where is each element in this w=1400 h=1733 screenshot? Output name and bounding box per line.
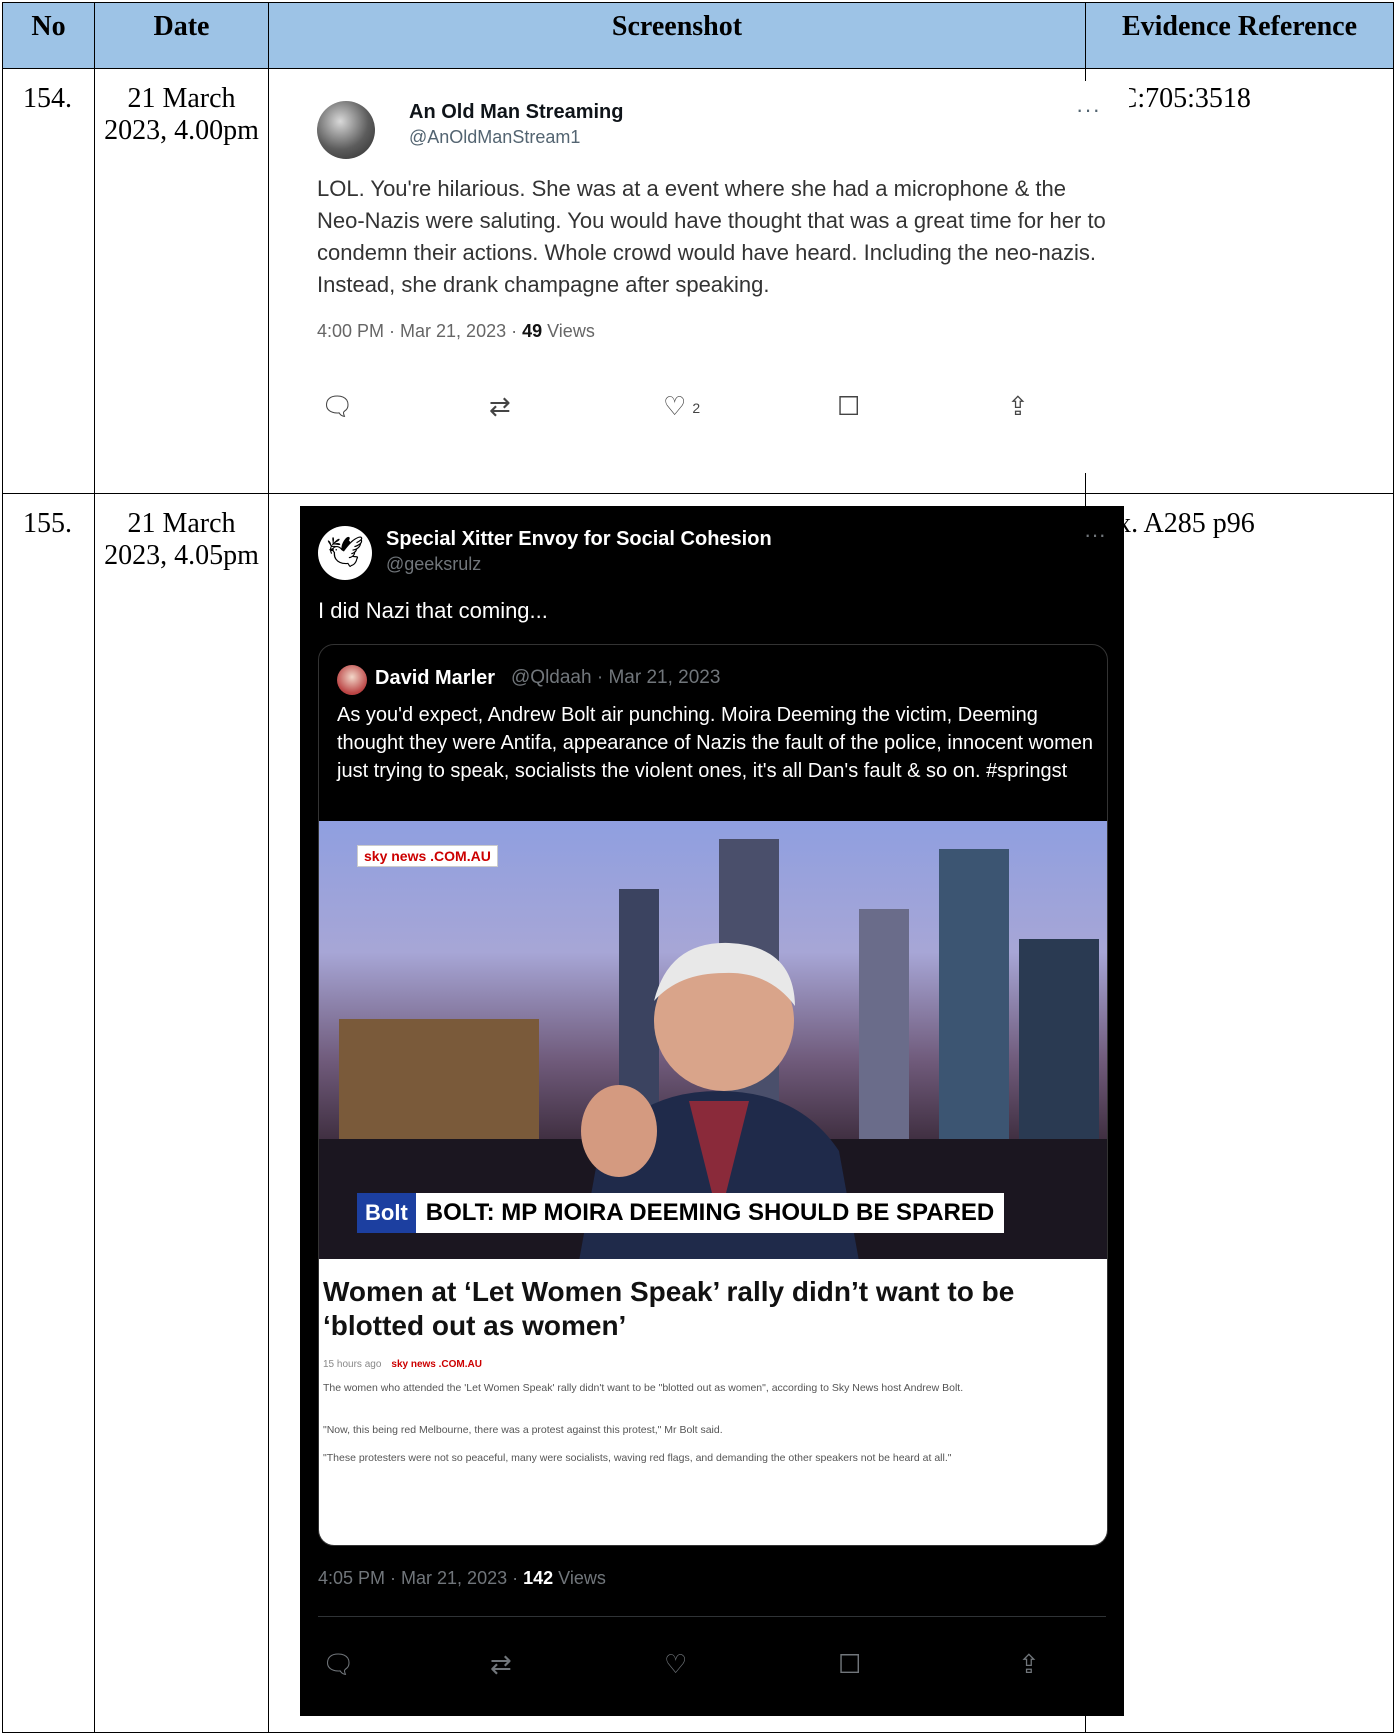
quote-display-name[interactable]: David Marler — [375, 667, 495, 690]
avatar[interactable] — [337, 665, 367, 695]
lower-third-headline: BOLT: MP MOIRA DEEMING SHOULD BE SPARED — [415, 1193, 1005, 1233]
bookmark-icon[interactable]: ☐ — [838, 1644, 861, 1684]
evidence-table: No Date Screenshot Evidence Reference 15… — [2, 2, 1394, 1733]
like-icon[interactable]: ♡ 2 — [663, 386, 700, 428]
reply-icon[interactable]: 🗨︎ — [322, 1644, 355, 1684]
timestamp-text: 4:05 PM · Mar 21, 2023 · — [318, 1568, 524, 1588]
share-icon[interactable]: ⇪ — [1018, 1644, 1040, 1684]
screenshot-cell: An Old Man Streaming @AnOldManStream1 ··… — [268, 68, 1129, 494]
quoted-tweet[interactable]: David Marler @Qldaah · Mar 21, 2023 As y… — [318, 644, 1108, 1546]
more-icon[interactable]: ··· — [1076, 97, 1101, 123]
tweet-text: LOL. You're hilarious. She was at a even… — [317, 176, 1106, 297]
tweet-card: An Old Man Streaming @AnOldManStream1 ··… — [289, 81, 1129, 473]
article-age: 15 hours ago — [323, 1359, 382, 1370]
article-paragraph: "Now, this being red Melbourne, there wa… — [323, 1424, 723, 1436]
views-count: 49 — [522, 321, 543, 341]
header-screenshot: Screenshot — [268, 2, 1086, 69]
header-evidence-reference: Evidence Reference — [1085, 2, 1394, 69]
building — [1019, 939, 1099, 1139]
quote-handle-date[interactable]: @Qldaah · Mar 21, 2023 — [511, 667, 720, 689]
divider — [318, 1616, 1106, 1617]
bookmark-icon[interactable]: ☐ — [837, 386, 860, 426]
tweet-display-name[interactable]: An Old Man Streaming — [409, 101, 623, 124]
tweet-timestamp: 4:05 PM · Mar 21, 2023 · 142 Views — [318, 1568, 606, 1589]
retweet-icon[interactable]: ⇄ — [489, 386, 511, 426]
more-icon[interactable]: ··· — [1084, 522, 1106, 548]
screenshot-cell: 🕊︎ Special Xitter Envoy for Social Cohes… — [268, 493, 1124, 1733]
retweet-icon[interactable]: ⇄ — [490, 1644, 512, 1684]
building — [939, 849, 1009, 1139]
article-meta: 15 hours ago sky news .COM.AU — [323, 1359, 482, 1370]
tweet-card-dark: 🕊︎ Special Xitter Envoy for Social Cohes… — [300, 506, 1124, 1716]
tweet-actions: 🗨︎ ⇄ ♡ ☐ ⇪ — [318, 1644, 1106, 1684]
tweet-actions: 🗨︎ ⇄ ♡ 2 ☐ ⇪ — [317, 386, 1107, 426]
like-icon[interactable]: ♡ — [664, 1644, 687, 1684]
building — [339, 1019, 539, 1139]
article-paragraph: The women who attended the 'Let Women Sp… — [323, 1382, 964, 1394]
lower-third-banner: Bolt BOLT: MP MOIRA DEEMING SHOULD BE SP… — [357, 1193, 1005, 1233]
sky-news-logo: sky news .COM.AU — [357, 845, 498, 867]
timestamp-text: 4:00 PM · Mar 21, 2023 · — [317, 321, 523, 341]
tweet-display-name[interactable]: Special Xitter Envoy for Social Cohesion — [386, 528, 772, 551]
views-label: Views — [553, 1568, 606, 1588]
row-date: 21 March 2023, 4.00pm — [94, 68, 269, 494]
news-screenshot-image[interactable]: sky news .COM.AU Bolt BOLT: MP MOIRA DEE… — [319, 821, 1107, 1259]
article-paragraph: "These protesters were not so peaceful, … — [323, 1452, 952, 1464]
article-preview[interactable]: Women at ‘Let Women Speak’ rally didn’t … — [319, 1259, 1107, 1545]
tweet-handle[interactable]: @AnOldManStream1 — [409, 127, 580, 148]
header-no: No — [2, 2, 95, 69]
evidence-reference: Ex. A285 p96 — [1085, 493, 1394, 1733]
article-source: sky news .COM.AU — [391, 1359, 482, 1370]
share-icon[interactable]: ⇪ — [1007, 386, 1029, 426]
row-number: 154. — [2, 68, 95, 494]
bolt-report-logo: Bolt — [357, 1193, 416, 1233]
like-count: 2 — [692, 400, 701, 417]
tweet-timestamp: 4:00 PM · Mar 21, 2023 · 49 Views — [317, 321, 595, 342]
row-number: 155. — [2, 493, 95, 1733]
table-row: 154. 21 March 2023, 4.00pm An Old Man St… — [2, 68, 1394, 494]
views-label: Views — [542, 321, 595, 341]
tweet-handle[interactable]: @geeksrulz — [386, 554, 481, 575]
evidence-reference: CC:705:3518 — [1085, 68, 1394, 494]
article-title[interactable]: Women at ‘Let Women Speak’ rally didn’t … — [323, 1275, 1093, 1343]
quote-text: As you'd expect, Andrew Bolt air punchin… — [337, 704, 1094, 782]
avatar[interactable] — [317, 101, 375, 159]
table-row: 155. 21 March 2023, 4.05pm 🕊︎ Special Xi… — [2, 493, 1394, 1733]
row-date: 21 March 2023, 4.05pm — [94, 493, 269, 1733]
views-count: 142 — [523, 1568, 554, 1588]
dove-icon[interactable]: 🕊︎ — [318, 526, 372, 580]
tweet-text: I did Nazi that coming... — [318, 598, 548, 623]
header-date: Date — [94, 2, 269, 69]
reply-icon[interactable]: 🗨︎ — [321, 386, 354, 426]
